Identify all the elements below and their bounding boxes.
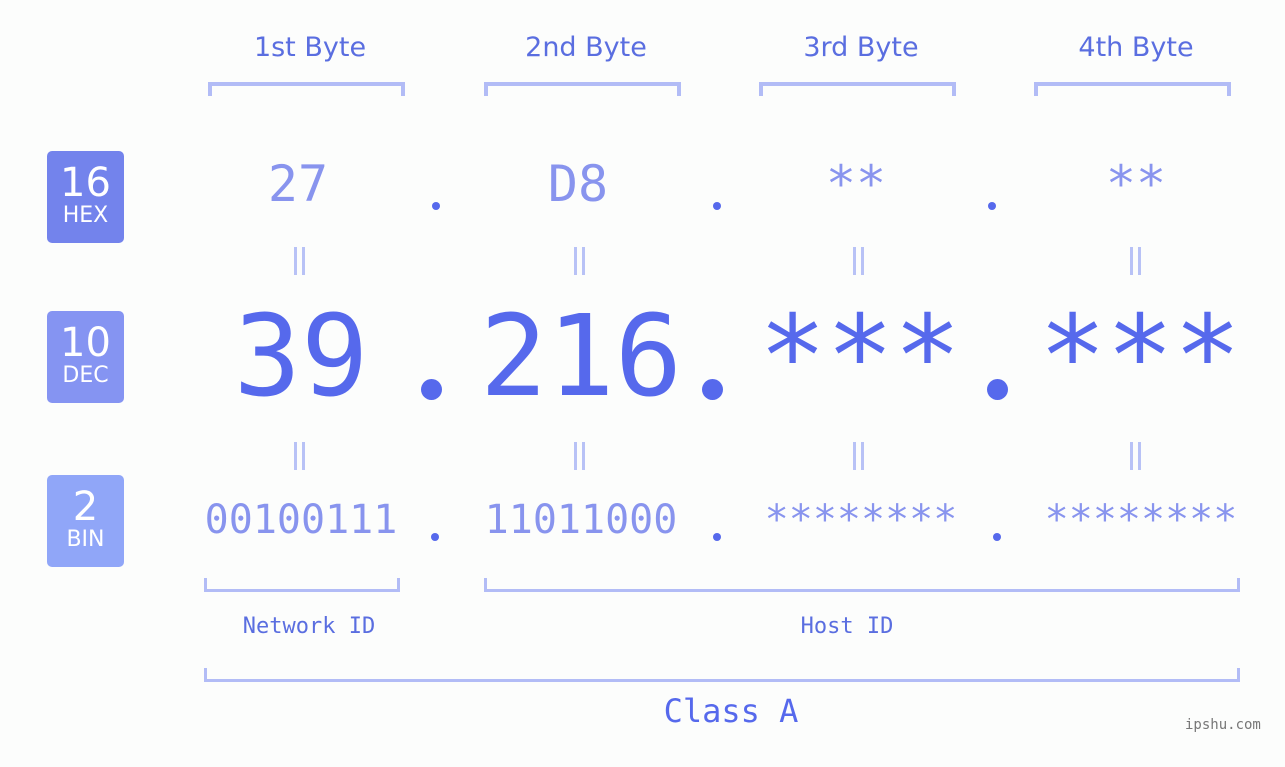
dec-value-1: 39 — [233, 292, 369, 422]
bin-separator-1 — [431, 533, 439, 541]
network-id-label: Network ID — [242, 614, 376, 639]
network-id-bracket — [204, 578, 400, 592]
bin-value-2: 11011000 — [484, 497, 678, 543]
hex-separator-2 — [713, 202, 721, 210]
dec-badge: 10 DEC — [47, 311, 124, 403]
equals-icon — [851, 442, 865, 470]
dec-value-4: *** — [1038, 292, 1242, 422]
hex-value-2: D8 — [547, 155, 609, 213]
host-id-bracket — [484, 578, 1240, 592]
dec-separator-1 — [421, 379, 442, 400]
hex-badge: 16 HEX — [47, 151, 124, 243]
dec-separator-2 — [702, 379, 723, 400]
hex-badge-number: 16 — [60, 160, 111, 206]
host-id-label: Host ID — [800, 614, 894, 639]
byte-bracket-2 — [484, 82, 681, 96]
byte-header-1: 1st Byte — [253, 32, 367, 63]
equals-icon — [851, 247, 865, 275]
dec-badge-label: DEC — [62, 363, 109, 388]
hex-value-4: ** — [1105, 155, 1167, 213]
bin-badge: 2 BIN — [47, 475, 124, 567]
byte-header-2: 2nd Byte — [525, 32, 647, 63]
equals-icon — [572, 247, 586, 275]
bin-badge-number: 2 — [72, 484, 99, 530]
hex-separator-1 — [432, 202, 440, 210]
bin-value-4: ******** — [1044, 497, 1238, 543]
byte-header-3: 3rd Byte — [803, 32, 919, 63]
hex-badge-label: HEX — [62, 203, 109, 228]
byte-bracket-3 — [759, 82, 956, 96]
dec-badge-number: 10 — [60, 320, 111, 366]
bin-separator-3 — [993, 533, 1001, 541]
hex-value-3: ** — [825, 155, 887, 213]
hex-value-1: 27 — [267, 155, 329, 213]
byte-bracket-4 — [1034, 82, 1231, 96]
equals-icon — [292, 442, 306, 470]
bin-separator-2 — [713, 533, 721, 541]
class-bracket — [204, 668, 1240, 682]
byte-bracket-1 — [208, 82, 405, 96]
class-label: Class A — [663, 692, 799, 730]
dec-value-2: 216 — [479, 292, 683, 422]
dec-value-3: *** — [758, 292, 962, 422]
bin-badge-label: BIN — [66, 527, 105, 552]
equals-icon — [1128, 442, 1142, 470]
bin-value-3: ******** — [764, 497, 958, 543]
byte-header-4: 4th Byte — [1078, 32, 1194, 63]
dec-separator-3 — [987, 379, 1008, 400]
equals-icon — [1128, 247, 1142, 275]
hex-separator-3 — [988, 202, 996, 210]
equals-icon — [292, 247, 306, 275]
watermark: ipshu.com — [1185, 717, 1261, 733]
bin-value-1: 00100111 — [204, 497, 398, 543]
equals-icon — [572, 442, 586, 470]
